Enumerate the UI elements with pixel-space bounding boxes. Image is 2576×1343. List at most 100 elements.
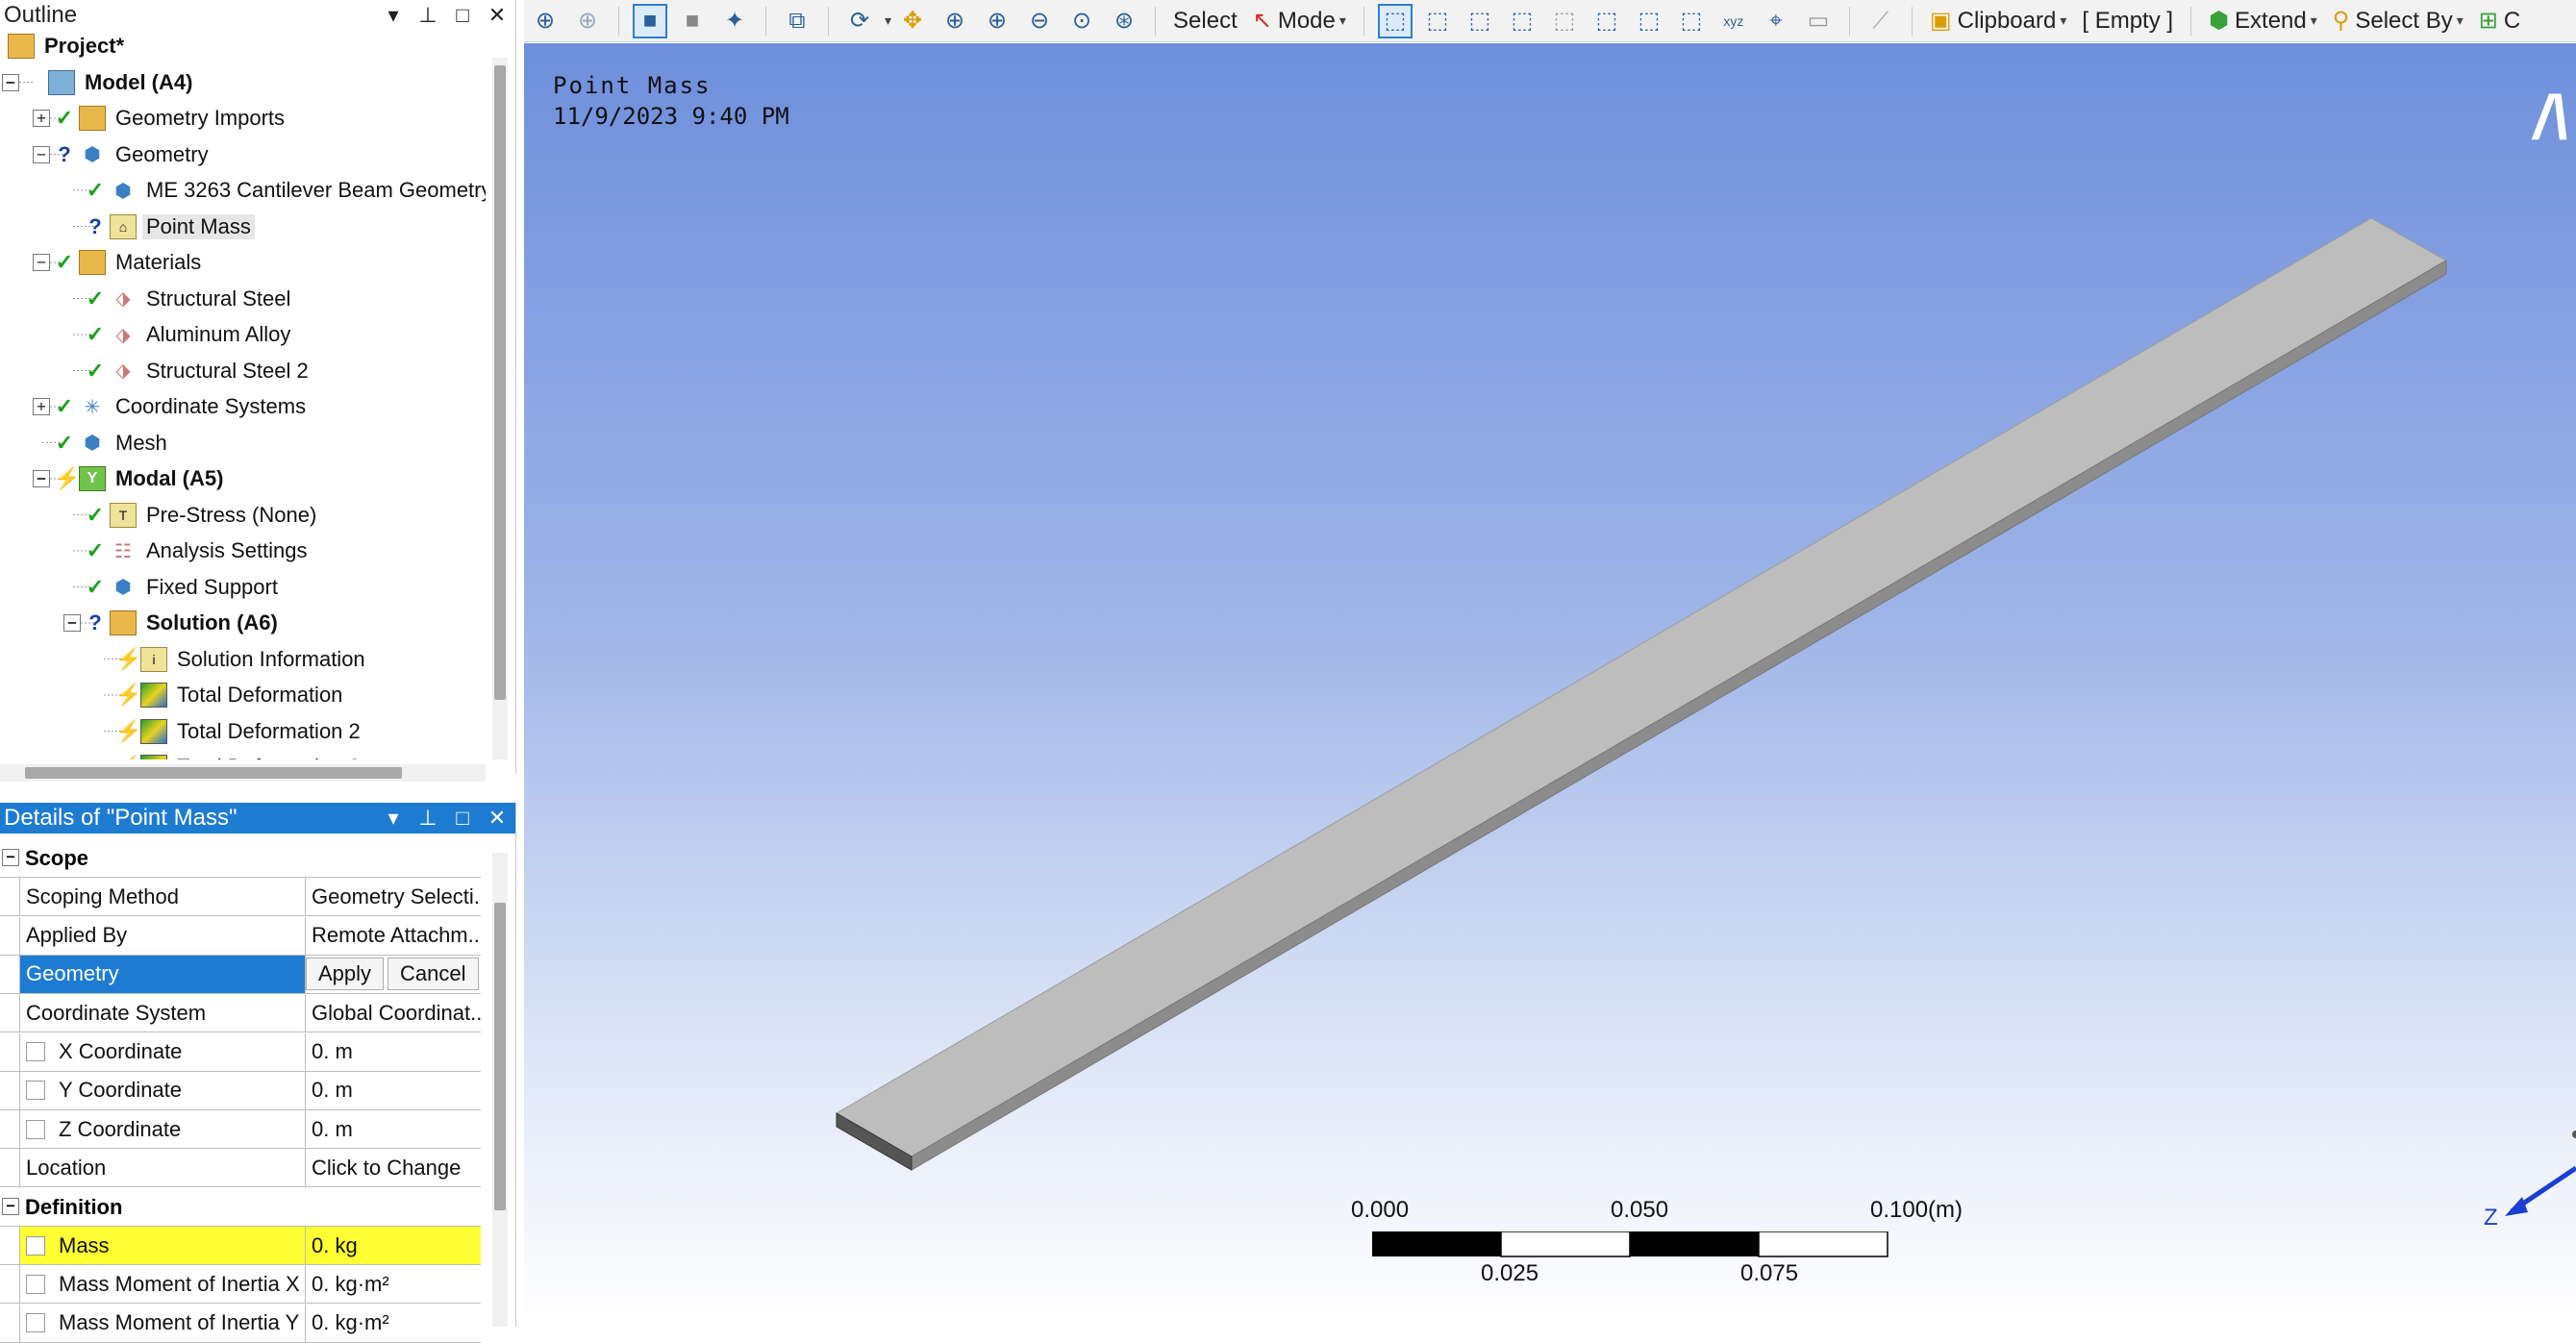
details-name-cell[interactable]: Coordinate System (19, 994, 306, 1032)
outline-dropdown-icon[interactable]: ▾ (381, 3, 406, 28)
details-value-cell[interactable]: Geometry Selecti... (306, 878, 481, 915)
tree-item[interactable]: ? ⌂ Point Mass (63, 211, 255, 242)
details-property-value[interactable]: 0. kg (312, 1233, 358, 1258)
outline-pin-icon[interactable]: ⊥ (415, 3, 440, 28)
details-property-value[interactable]: Global Coordinat... (312, 1001, 481, 1026)
details-property-value[interactable]: Remote Attachm... (312, 923, 481, 948)
beam-top-face[interactable] (836, 217, 2448, 1157)
select-element-face-icon[interactable]: ⬚ (1589, 4, 1624, 38)
details-value-cell[interactable]: 0. kg·m² (306, 1305, 481, 1342)
fit-selection-icon[interactable]: ⧉ (780, 4, 814, 38)
details-close-icon[interactable]: ✕ (485, 806, 510, 831)
graph-icon[interactable]: ⟋ (1863, 4, 1898, 38)
details-value-cell[interactable]: Apply Cancel (306, 956, 481, 993)
tree-item[interactable]: − ✓ Materials (33, 247, 205, 278)
details-value-cell[interactable]: Click to Change (306, 1149, 481, 1186)
details-name-cell[interactable]: Z Coordinate (19, 1110, 306, 1149)
select-body-icon[interactable]: ⬚ (1505, 4, 1539, 38)
parameter-checkbox[interactable] (26, 1235, 45, 1256)
details-vertical-scrollbar-thumb[interactable] (494, 903, 506, 1210)
details-value-cell[interactable]: Global Coordinat... (306, 994, 481, 1032)
select-by-menu[interactable]: ⚲ Select By ▾ (2333, 7, 2463, 35)
zoom-in-icon[interactable]: ⊕ (980, 4, 1014, 38)
details-value-cell[interactable]: 0. kg (306, 1227, 481, 1264)
select-node-icon[interactable]: ⬚ (1547, 4, 1582, 38)
details-category-row[interactable]: − Scope (0, 839, 481, 878)
tree-item[interactable]: − ⚡ Y Modal (A5) (33, 463, 227, 494)
hit-point-icon[interactable]: ⌖ (1759, 4, 1793, 38)
zoom-out-icon[interactable]: ⊖ (1022, 4, 1057, 38)
coordinate-xyz-icon[interactable]: xyz (1716, 4, 1751, 38)
details-value-cell[interactable]: Remote Attachm... (306, 917, 481, 955)
details-name-cell[interactable]: Scoping Method (19, 878, 306, 916)
details-property-value[interactable]: 0. kg·m² (312, 1310, 389, 1335)
graphics-viewport[interactable]: Point Mass 11/9/2023 9:40 PM /\ Z 0.000 … (524, 43, 2576, 1327)
tree-item[interactable]: ✓ ⬗ Structural Steel (63, 284, 294, 314)
details-name-cell[interactable]: Geometry (19, 955, 306, 993)
tree-item[interactable]: ✓ ⬗ Structural Steel 2 (63, 356, 313, 386)
details-vertical-scrollbar[interactable] (492, 853, 508, 1327)
tree-item[interactable]: −? ⬢ Geometry (33, 139, 213, 170)
select-mesh-icon[interactable]: ⬚ (1674, 4, 1709, 38)
tree-item[interactable]: ⚡ Total Deformation 3 (94, 752, 364, 759)
details-property-row[interactable]: Scoping Method Geometry Selecti... (0, 878, 481, 917)
select-menu[interactable]: Select (1173, 8, 1238, 35)
details-property-value[interactable]: 0. kg·m² (312, 1272, 389, 1297)
select-element-icon[interactable]: ⬚ (1632, 4, 1666, 38)
details-name-cell[interactable]: Y Coordinate (19, 1071, 306, 1109)
details-value-cell[interactable]: 0. kg·m² (306, 1265, 481, 1303)
details-property-value[interactable]: Click to Change (312, 1156, 461, 1181)
tree-item[interactable]: ✓ ⬢ Fixed Support (63, 572, 282, 603)
extend-menu[interactable]: ⬢ Extend ▾ (2209, 7, 2317, 35)
details-property-value[interactable]: 0. m (312, 1117, 353, 1142)
outline-horizontal-scrollbar[interactable] (0, 764, 486, 782)
tree-item[interactable]: + ✓ ✳ Coordinate Systems (33, 391, 310, 422)
details-property-row[interactable]: Geometry Apply Cancel (0, 955, 481, 994)
details-name-cell[interactable]: Mass Moment of Inertia Y (19, 1304, 306, 1342)
parameter-checkbox[interactable] (26, 1119, 45, 1139)
parameter-checkbox[interactable] (26, 1081, 45, 1101)
details-property-row[interactable]: X Coordinate 0. m (0, 1032, 481, 1072)
collapse-icon[interactable]: − (33, 254, 50, 271)
outline-vertical-scrollbar[interactable] (492, 58, 508, 759)
tree-item[interactable]: − Model (A4) (2, 67, 196, 98)
select-face-icon[interactable]: ⬚ (1463, 4, 1497, 38)
collapse-icon[interactable]: − (33, 470, 50, 487)
tree-item[interactable]: ⚡ Total Deformation (94, 680, 346, 710)
details-property-row[interactable]: Mass Moment of Inertia Y 0. kg·m² (0, 1304, 481, 1343)
details-property-value[interactable]: 0. m (312, 1039, 353, 1064)
display-style-icon[interactable]: ✦ (717, 4, 752, 38)
collapse-icon[interactable]: − (63, 614, 81, 632)
select-edge-icon[interactable]: ⬚ (1420, 4, 1455, 38)
tree-item[interactable]: ✓ ⬗ Aluminum Alloy (63, 319, 294, 350)
cancel-button[interactable]: Cancel (388, 958, 479, 991)
tree-item[interactable]: + ✓ Geometry Imports (33, 103, 288, 134)
label-icon[interactable]: ▭ (1801, 4, 1836, 38)
convert-menu[interactable]: ⊞ C (2479, 7, 2520, 35)
outline-vertical-scrollbar-thumb[interactable] (494, 65, 506, 700)
tree-item[interactable]: −? Solution (A6) (63, 608, 282, 638)
zoom-icon[interactable]: ⊕ (938, 4, 972, 38)
shaded-exterior-icon[interactable]: ■ (633, 3, 667, 38)
details-maximize-icon[interactable]: □ (450, 806, 475, 831)
beam-front-face[interactable] (911, 260, 2447, 1171)
details-category-row[interactable]: − Definition (0, 1187, 481, 1227)
tree-item[interactable]: ✓ T Pre-Stress (None) (63, 500, 320, 531)
zoom-fit-icon[interactable]: ⊙ (1064, 4, 1099, 38)
details-dropdown-icon[interactable]: ▾ (381, 806, 406, 831)
outline-close-icon[interactable]: ✕ (485, 3, 510, 28)
zoom-selection-icon[interactable]: ⊛ (1107, 4, 1141, 38)
outline-maximize-icon[interactable]: □ (450, 3, 475, 28)
details-property-row[interactable]: Location Click to Change (0, 1149, 481, 1188)
expand-icon[interactable]: + (33, 110, 50, 127)
wireframe-icon[interactable]: ■ (675, 4, 710, 38)
details-property-row[interactable]: Mass 0. kg (0, 1227, 481, 1265)
details-value-cell[interactable]: 0. m (306, 1110, 481, 1148)
details-value-cell[interactable]: 0. m (306, 1072, 481, 1109)
parameter-checkbox[interactable] (26, 1313, 45, 1333)
zoom-box-icon[interactable]: ⊕ (570, 4, 605, 38)
expand-icon[interactable]: + (33, 398, 50, 415)
parameter-checkbox[interactable] (26, 1042, 45, 1061)
collapse-icon[interactable]: − (2, 849, 19, 866)
tree-item[interactable]: ✓ ⬢ Mesh (33, 428, 171, 459)
